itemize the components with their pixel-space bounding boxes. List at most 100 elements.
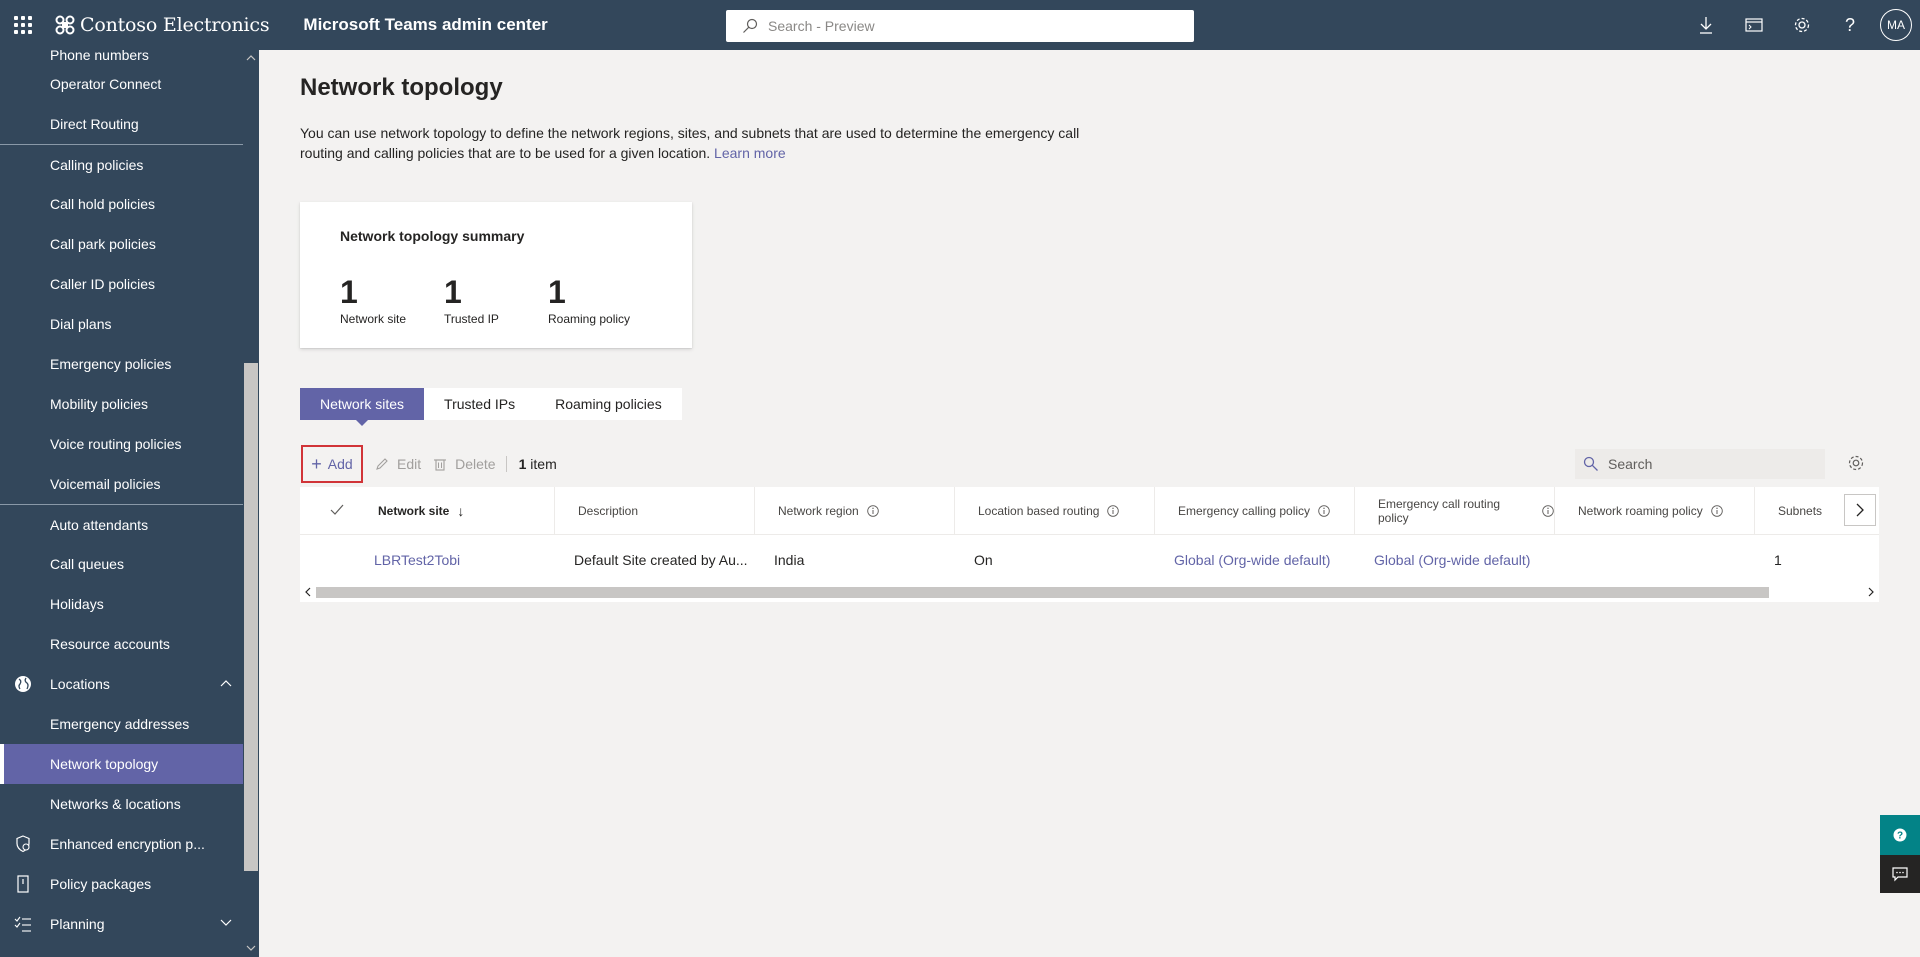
tab-roaming-policies[interactable]: Roaming policies (535, 388, 682, 420)
settings-button[interactable] (1778, 0, 1826, 50)
column-network-roaming-policy[interactable]: Network roaming policy (1555, 487, 1755, 535)
sidebar-item-call-hold-policies[interactable]: Call hold policies (0, 184, 243, 224)
stat-label: Network site (340, 312, 407, 326)
sidebar-item-caller-id-policies[interactable]: Caller ID policies (0, 264, 243, 304)
sidebar-item-holidays[interactable]: Holidays (0, 584, 243, 624)
feedback-button[interactable] (1880, 855, 1920, 893)
info-icon[interactable] (1542, 505, 1554, 517)
download-button[interactable] (1682, 0, 1730, 50)
horizontal-scrollbar-thumb[interactable] (316, 587, 1769, 598)
scroll-left-icon[interactable] (303, 587, 313, 597)
learn-more-link[interactable]: Learn more (714, 145, 786, 161)
brand[interactable]: Contoso Electronics (54, 0, 270, 50)
global-search-input[interactable]: Search - Preview (726, 10, 1194, 42)
tab-network-sites[interactable]: Network sites (300, 388, 425, 426)
add-button[interactable]: + Add (301, 445, 363, 483)
column-settings-icon[interactable] (1847, 454, 1865, 472)
shell-button[interactable] (1730, 0, 1778, 50)
sidebar-item-network-topology[interactable]: Network topology (0, 744, 243, 784)
sidebar-item-networks-locations[interactable]: Networks & locations (0, 784, 243, 824)
brand-name: Contoso Electronics (80, 14, 270, 36)
info-icon[interactable] (1107, 505, 1120, 517)
sidebar-item-label: Phone numbers (50, 50, 149, 63)
sidebar-item-resource-accounts[interactable]: Resource accounts (0, 624, 243, 664)
sidebar-item-label: Auto attendants (50, 516, 149, 533)
column-emergency-calling-policy[interactable]: Emergency calling policy (1155, 487, 1355, 535)
sidebar-item-label: Network topology (50, 756, 159, 772)
sidebar-item-locations[interactable]: Locations (0, 664, 243, 704)
help-button[interactable]: ? (1826, 0, 1874, 50)
sidebar-item-label: Planning (50, 916, 105, 932)
column-network-region[interactable]: Network region (755, 487, 955, 535)
contoso-logo-icon (55, 15, 75, 35)
sidebar-item-label: Mobility policies (50, 396, 149, 412)
sidebar-item-operator-connect[interactable]: Operator Connect (0, 64, 243, 104)
grid-toolbar: + Add Edit Delete 1 item Search (300, 441, 1879, 487)
edit-button[interactable]: Edit (375, 456, 421, 472)
tab-trusted-ips[interactable]: Trusted IPs (424, 388, 535, 420)
cell-emergency-call-routing-policy[interactable]: Global (Org-wide default) (1374, 536, 1564, 584)
sidebar-item-label: Policy packages (50, 876, 152, 892)
cell-emergency-calling-policy[interactable]: Global (Org-wide default) (1174, 536, 1364, 584)
search-icon (743, 18, 758, 33)
info-icon[interactable] (1318, 505, 1330, 517)
scroll-columns-right-button[interactable] (1844, 494, 1876, 526)
sidebar-item-emergency-policies[interactable]: Emergency policies (0, 344, 243, 384)
cell-subnets: 1 (1774, 552, 1782, 568)
delete-button[interactable]: Delete (433, 456, 496, 472)
svg-text:?: ? (1897, 831, 1903, 842)
help-assistant-button[interactable]: ? (1880, 815, 1920, 855)
grid-horizontal-scrollbar[interactable] (300, 584, 1879, 600)
global-search-placeholder: Search - Preview (768, 18, 875, 34)
summary-title: Network topology summary (340, 228, 525, 244)
nav-list: Phone numbers Operator Connect Direct Ro… (0, 50, 243, 944)
app-launcher-button[interactable] (0, 0, 46, 50)
download-icon (1700, 17, 1712, 34)
scroll-down-icon[interactable] (246, 943, 256, 953)
cell-network-roaming-policy (1574, 536, 1750, 584)
avatar[interactable]: MA (1880, 9, 1912, 41)
info-icon[interactable] (866, 505, 879, 517)
column-network-site[interactable]: Network site ↓ (300, 487, 555, 535)
cell-network-site[interactable]: LBRTest2Tobi (374, 536, 550, 584)
scroll-right-icon[interactable] (1866, 587, 1876, 597)
shield-icon (16, 835, 30, 853)
chevron-down-icon (220, 919, 232, 926)
sidebar-item-phone-numbers[interactable]: Phone numbers (0, 50, 243, 64)
sidebar-item-dial-plans[interactable]: Dial plans (0, 304, 243, 344)
sidebar-item-voicemail-policies[interactable]: Voicemail policies (0, 464, 243, 504)
search-icon (1583, 456, 1598, 471)
column-location-based-routing[interactable]: Location based routing (955, 487, 1155, 535)
sidebar-item-call-queues[interactable]: Call queues (0, 544, 243, 584)
info-icon[interactable] (1710, 505, 1723, 517)
sidebar-item-enhanced-encryption[interactable]: Enhanced encryption p... (0, 824, 243, 864)
sidebar-scrollbar-thumb[interactable] (244, 363, 258, 871)
table-row[interactable]: LBRTest2Tobi Default Site created by Au.… (300, 536, 1879, 584)
sidebar-item-call-park-policies[interactable]: Call park policies (0, 224, 243, 264)
sidebar-item-voice-routing-policies[interactable]: Voice routing policies (0, 424, 243, 464)
sidebar-item-policy-packages[interactable]: Policy packages (0, 864, 243, 904)
column-emergency-call-routing-policy[interactable]: Emergency call routing policy (1355, 487, 1555, 535)
sidebar-item-label: Enhanced encryption p... (50, 836, 205, 852)
sidebar-item-planning[interactable]: Planning (0, 904, 243, 944)
globe-icon (15, 676, 31, 692)
add-label: Add (327, 456, 353, 472)
stat-value: 1 (340, 274, 358, 310)
column-label: Description (578, 504, 639, 518)
grid-search-input[interactable]: Search (1575, 449, 1825, 479)
scroll-up-icon[interactable] (246, 53, 256, 63)
sidebar-item-calling-policies[interactable]: Calling policies (0, 144, 243, 184)
description-text: You can use network topology to define t… (300, 125, 1080, 161)
stat-value: 1 (444, 274, 462, 310)
chevron-right-icon (1856, 503, 1864, 517)
toolbar-divider (505, 456, 507, 472)
sidebar-item-mobility-policies[interactable]: Mobility policies (0, 384, 243, 424)
left-nav: Phone numbers Operator Connect Direct Ro… (0, 50, 259, 957)
cell-description: Default Site created by Au... (574, 552, 748, 568)
sidebar-item-label: Caller ID policies (50, 276, 156, 292)
sidebar-item-auto-attendants[interactable]: Auto attendants (0, 504, 243, 544)
stat-trusted-ip: 1 Trusted IP (444, 276, 499, 326)
sidebar-item-direct-routing[interactable]: Direct Routing (0, 104, 243, 144)
column-description[interactable]: Description (555, 487, 755, 535)
sidebar-item-emergency-addresses[interactable]: Emergency addresses (0, 704, 243, 744)
